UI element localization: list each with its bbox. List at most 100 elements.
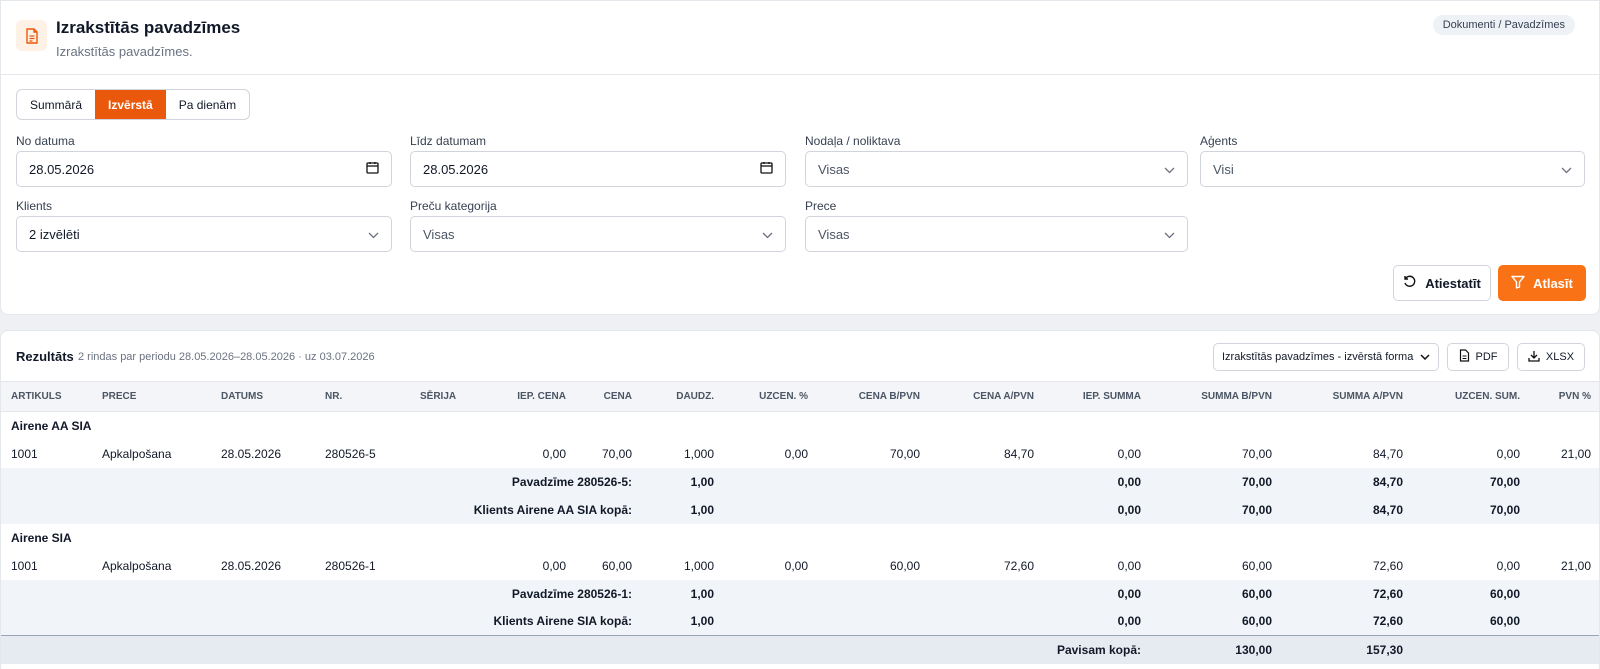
department-label: Nodaļa / noliktava — [805, 134, 901, 148]
cell-serija — [410, 552, 490, 580]
tab-summara[interactable]: Summārā — [17, 90, 95, 119]
grand-total-label: Pavisam kopā: — [1, 635, 1151, 664]
apply-filter-button[interactable]: Atlasīt — [1498, 265, 1586, 301]
client-subtotal-iep: 0,00 — [1044, 607, 1151, 636]
cell-cena: 70,00 — [601, 446, 632, 461]
cell-artikuls: 1001 — [11, 446, 38, 461]
from-date-label: No datuma — [16, 134, 75, 148]
col-serija[interactable]: Sērija — [410, 381, 490, 412]
category-select[interactable]: Visas — [410, 216, 786, 252]
cell-nr: 280526-1 — [325, 558, 376, 573]
cell-daudz: 1,000 — [683, 558, 714, 573]
report-form-select[interactable]: Izrakstītās pavadzīmes - izvērstā forma — [1213, 343, 1439, 371]
calendar-icon[interactable] — [366, 161, 379, 177]
cell-summa-apvn: 72,60 — [1372, 558, 1403, 573]
cell-serija — [410, 440, 490, 468]
department-select[interactable]: Visas — [805, 151, 1188, 187]
tab-izversta[interactable]: Izvērstā — [95, 90, 166, 119]
xlsx-button[interactable]: XLSX — [1517, 343, 1585, 371]
col-iep-summa[interactable]: Iep. summa — [1044, 381, 1151, 412]
breadcrumb[interactable]: Dokumenti / Pavadzīmes — [1432, 15, 1575, 35]
col-summa-apvn[interactable]: Summa a/PVN — [1282, 381, 1413, 412]
invoice-subtotal-label: Pavadzīme 280526-5: — [1, 467, 642, 496]
client-subtotal-row: Klients Airene SIA kopā: 1,00 0,00 60,00… — [1, 607, 1599, 636]
department-value: Visas — [818, 161, 850, 177]
cell-prece: Apkalpošana — [102, 558, 172, 573]
col-nr[interactable]: Nr. — [315, 381, 410, 412]
agent-select[interactable]: Visi — [1200, 151, 1585, 187]
cell-cena-apvn: 72,60 — [1003, 558, 1034, 573]
cell-uzcen-sum: 0,00 — [1496, 558, 1520, 573]
cell-uzcen-pct: 0,00 — [784, 558, 808, 573]
to-date-input[interactable]: 28.05.2026 — [410, 151, 786, 187]
col-prece[interactable]: Prece — [92, 381, 211, 412]
filter-icon — [1511, 275, 1525, 292]
tab-pa-dienam[interactable]: Pa dienām — [166, 90, 249, 119]
col-summa-bpvn[interactable]: Summa b/PVN — [1151, 381, 1282, 412]
cell-summa-bpvn: 70,00 — [1241, 446, 1272, 461]
cell-iep-cena: 0,00 — [542, 558, 566, 573]
product-label: Prece — [805, 199, 837, 213]
cell-iep-cena: 0,00 — [542, 446, 566, 461]
invoice-subtotal-sbp: 60,00 — [1151, 579, 1282, 608]
cell-artikuls: 1001 — [11, 558, 38, 573]
agent-value: Visi — [1213, 161, 1234, 177]
cell-cena: 60,00 — [601, 558, 632, 573]
chevron-down-icon — [368, 227, 379, 242]
category-value: Visas — [423, 226, 455, 242]
cell-datums: 28.05.2026 — [221, 558, 282, 573]
client-subtotal-qty: 1,00 — [642, 495, 724, 524]
col-pvn-pct[interactable]: PVN % — [1530, 381, 1599, 412]
reset-icon — [1403, 275, 1417, 292]
cell-uzcen-pct: 0,00 — [784, 446, 808, 461]
from-date-input[interactable]: 28.05.2026 — [16, 151, 392, 187]
calendar-icon[interactable] — [760, 161, 773, 177]
page-title: Izrakstītās pavadzīmes — [56, 18, 241, 37]
invoice-subtotal-iep: 0,00 — [1044, 579, 1151, 608]
to-date-value: 28.05.2026 — [423, 161, 489, 177]
download-icon — [1528, 350, 1540, 365]
cell-daudz: 1,000 — [683, 446, 714, 461]
client-group-row: Airene AA SIA — [1, 411, 1599, 440]
col-daudz[interactable]: Daudz. — [642, 381, 724, 412]
pdf-button[interactable]: PDF — [1447, 343, 1509, 371]
results-card: Rezultāts 2 rindas par periodu 28.05.202… — [0, 330, 1600, 669]
client-subtotal-iep: 0,00 — [1044, 495, 1151, 524]
table-row[interactable]: 1001 Apkalpošana 28.05.2026 280526-1 0,0… — [1, 552, 1599, 580]
product-select[interactable]: Visas — [805, 216, 1188, 252]
col-cena[interactable]: Cena — [576, 381, 642, 412]
client-subtotal-uzs: 60,00 — [1413, 607, 1530, 636]
client-subtotal-label: Klients Airene AA SIA kopā: — [1, 495, 642, 524]
view-mode-tabs: Summārā Izvērstā Pa dienām — [16, 89, 251, 120]
col-uzcen-sum[interactable]: Uzcen. sum. — [1413, 381, 1530, 412]
table-row[interactable]: 1001 Apkalpošana 28.05.2026 280526-5 0,0… — [1, 440, 1599, 468]
col-artikuls[interactable]: Artikuls — [1, 381, 92, 412]
grand-total-sbp: 130,00 — [1151, 635, 1282, 664]
invoice-subtotal-sbp: 70,00 — [1151, 467, 1282, 496]
col-uzcen-pct[interactable]: Uzcen. % — [724, 381, 818, 412]
from-date-value: 28.05.2026 — [29, 161, 95, 177]
cell-prece: Apkalpošana — [102, 446, 172, 461]
col-cena-bpvn[interactable]: Cena b/PVN — [818, 381, 930, 412]
cell-summa-apvn: 84,70 — [1372, 446, 1403, 461]
client-select[interactable]: 2 izvēlēti — [16, 216, 392, 252]
client-group-name: Airene AA SIA — [1, 411, 1599, 440]
cell-iep-summa: 0,00 — [1117, 446, 1141, 461]
col-iep-cena[interactable]: Iep. cena — [490, 381, 576, 412]
invoice-subtotal-qty: 1,00 — [642, 467, 724, 496]
results-meta: 2 rindas par periodu 28.05.2026–28.05.20… — [78, 351, 375, 363]
cell-cena-apvn: 84,70 — [1003, 446, 1034, 461]
col-cena-apvn[interactable]: Cena a/PVN — [930, 381, 1044, 412]
invoice-subtotal-label: Pavadzīme 280526-1: — [1, 579, 642, 608]
cell-cena-bpvn: 60,00 — [889, 558, 920, 573]
client-group-name: Airene SIA — [1, 523, 1599, 552]
cell-cena-bpvn: 70,00 — [889, 446, 920, 461]
client-subtotal-sap: 84,70 — [1282, 495, 1413, 524]
category-label: Preču kategorija — [410, 199, 497, 213]
chevron-down-icon — [1561, 162, 1572, 177]
invoice-subtotal-row: Pavadzīme 280526-5: 1,00 0,00 70,00 84,7… — [1, 467, 1599, 496]
to-date-label: Līdz datumam — [410, 134, 487, 148]
reset-button[interactable]: Atiestatīt — [1393, 265, 1491, 301]
col-datums[interactable]: Datums — [211, 381, 315, 412]
invoice-subtotal-row: Pavadzīme 280526-1: 1,00 0,00 60,00 72,6… — [1, 579, 1599, 608]
